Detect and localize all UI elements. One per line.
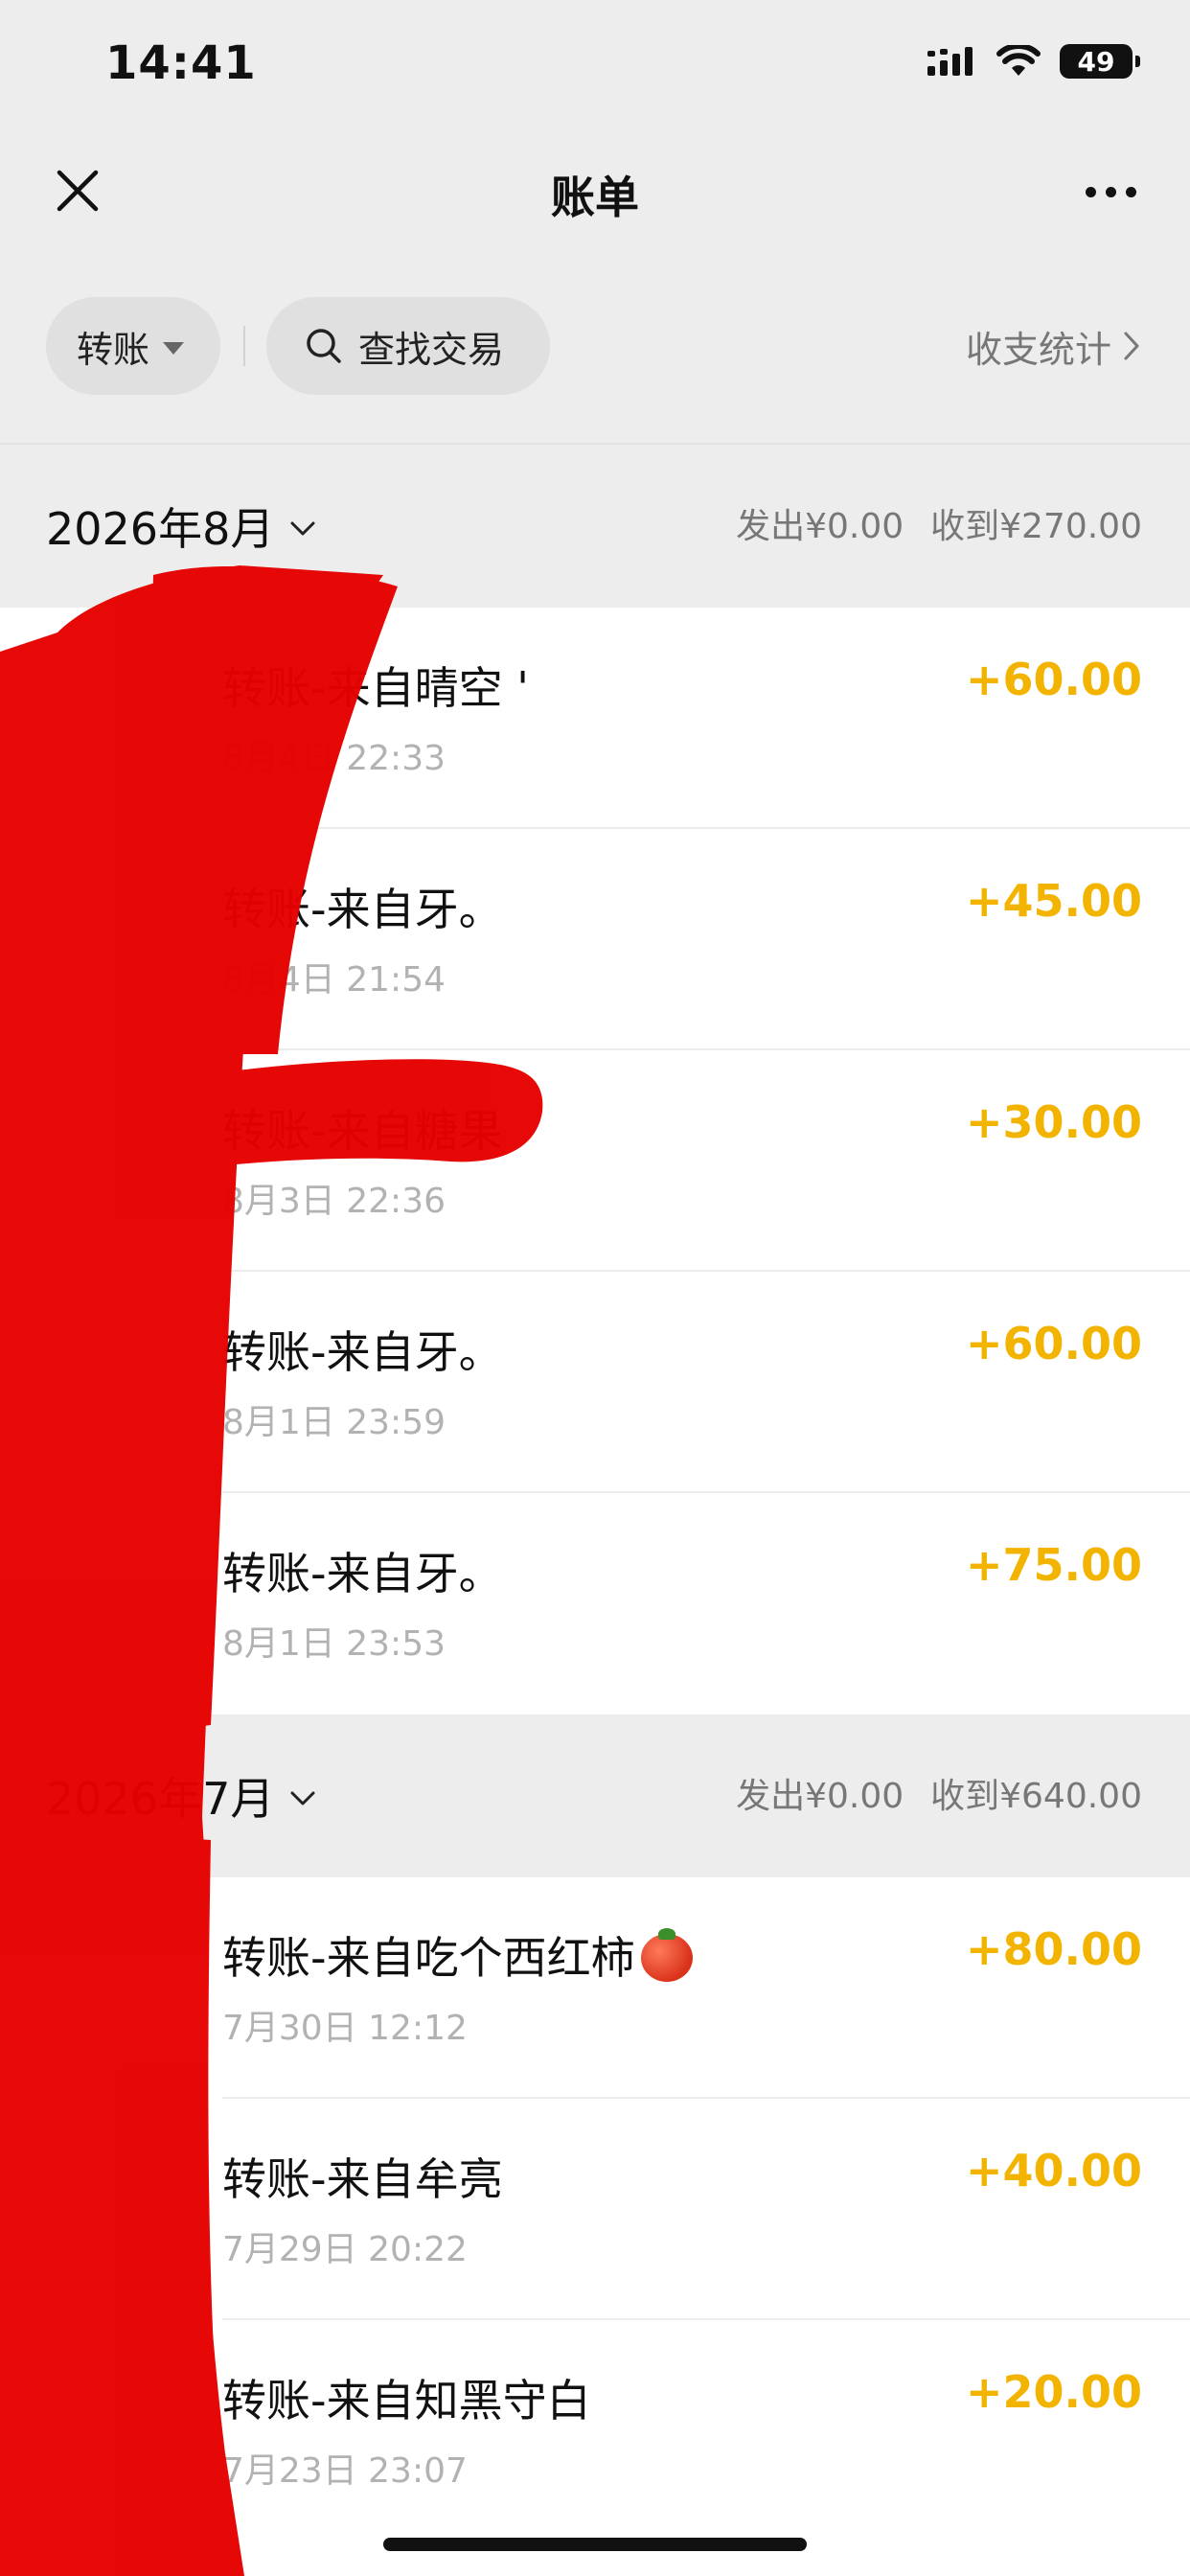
more-dot-icon (1105, 186, 1116, 197)
transaction-title-text: 转账-来自吃个西红柿 (222, 1932, 635, 1984)
month-selector[interactable]: 2026年7月 (46, 1764, 316, 1828)
more-dot-icon (1125, 186, 1136, 197)
transaction-time: 8月4日 21:54 (222, 960, 446, 1000)
transaction-row[interactable]: 转账-来自晴空 ' 8月4日 22:33 +60.00 (0, 608, 1190, 829)
transaction-row[interactable]: 转账-来自牙。 8月1日 23:59 +60.00 (0, 1272, 1190, 1493)
transaction-row[interactable]: 转账-来自牟亮 7月29日 20:22 +40.00 (0, 2099, 1190, 2320)
home-indicator (383, 2538, 807, 2551)
divider (243, 326, 245, 366)
search-icon (307, 329, 341, 363)
chevron-down-icon (290, 521, 315, 536)
month-received: 收到¥640.00 (930, 1777, 1142, 1816)
income-expense-stats-link[interactable]: 收支统计 (966, 297, 1140, 395)
transaction-title: 转账-来自牙。 (222, 884, 503, 935)
status-time: 14:41 (105, 36, 257, 90)
transaction-row[interactable]: 转账-来自牙。 8月4日 21:54 +45.00 (0, 829, 1190, 1050)
transaction-time: 8月3日 22:36 (222, 1182, 446, 1221)
month-title: 2026年7月 (46, 1773, 275, 1825)
chevron-right-icon (1124, 332, 1139, 360)
type-filter-label: 转账 (77, 328, 150, 371)
more-dot-icon (1085, 186, 1096, 197)
stats-label: 收支统计 (965, 328, 1111, 371)
month-spent: 发出¥0.00 (736, 1777, 904, 1816)
transaction-time: 8月1日 23:59 (222, 1403, 446, 1442)
month-selector[interactable]: 2026年8月 (46, 494, 316, 558)
transaction-title: 转账-来自知黑守白 (222, 2375, 591, 2426)
status-bar: 14:41 49 (0, 0, 1190, 134)
page-title: 账单 (551, 172, 639, 223)
transaction-amount: +75.00 (965, 1539, 1142, 1591)
transaction-amount: +60.00 (965, 1318, 1142, 1369)
transaction-amount: +60.00 (965, 654, 1142, 705)
transaction-title: 转账-来自牙。 (222, 1326, 503, 1378)
transaction-time: 8月4日 22:33 (222, 739, 446, 778)
month-summary: 发出¥0.00 收到¥270.00 (736, 498, 1142, 548)
transaction-time: 7月23日 23:07 (222, 2451, 468, 2491)
type-filter-chip[interactable]: 转账 (46, 297, 220, 395)
transaction-title: 转账-来自牟亮 (222, 2153, 503, 2205)
more-button[interactable] (1077, 163, 1144, 220)
transaction-amount: +30.00 (965, 1096, 1142, 1148)
wifi-icon (996, 45, 1041, 76)
transaction-amount: +80.00 (965, 1923, 1142, 1975)
transaction-row[interactable]: 转账-来自糖果 8月3日 22:36 +30.00 (0, 1050, 1190, 1272)
transaction-title: 转账-来自吃个西红柿 (222, 1923, 693, 1987)
system-icons: 49 (927, 42, 1140, 80)
month-header: 2026年7月 发出¥0.00 收到¥640.00 (0, 1714, 1190, 1877)
month-title: 2026年8月 (46, 503, 275, 555)
transaction-amount: +40.00 (965, 2145, 1142, 2196)
battery-icon: 49 (1060, 44, 1140, 79)
signal-icon (927, 47, 973, 76)
month-spent: 发出¥0.00 (736, 507, 904, 546)
transaction-amount: +45.00 (965, 875, 1142, 927)
transaction-title: 转账-来自晴空 ' (222, 662, 529, 714)
transaction-title: 转账-来自牙。 (222, 1548, 503, 1599)
caret-down-icon (163, 341, 185, 355)
transaction-row[interactable]: 转账-来自牙。 8月1日 23:53 +75.00 (0, 1493, 1190, 1714)
transaction-time: 7月29日 20:22 (222, 2230, 468, 2269)
transaction-title: 转账-来自糖果 (222, 1105, 503, 1157)
search-label: 查找交易 (358, 328, 505, 371)
filter-bar: 转账 查找交易 收支统计 (0, 297, 1190, 395)
month-summary: 发出¥0.00 收到¥640.00 (736, 1768, 1142, 1818)
transaction-amount: +20.00 (965, 2366, 1142, 2418)
transaction-time: 7月30日 12:12 (222, 2009, 468, 2048)
nav-bar: 账单 (0, 134, 1190, 249)
month-header: 2026年8月 发出¥0.00 收到¥270.00 (0, 445, 1190, 608)
transaction-row[interactable]: 转账-来自吃个西红柿 7月30日 12:12 +80.00 (0, 1877, 1190, 2099)
tomato-icon (640, 1927, 693, 1982)
transaction-time: 8月1日 23:53 (222, 1624, 446, 1664)
month-received: 收到¥270.00 (930, 507, 1142, 546)
search-transactions-button[interactable]: 查找交易 (266, 297, 550, 395)
chevron-down-icon (290, 1791, 315, 1806)
